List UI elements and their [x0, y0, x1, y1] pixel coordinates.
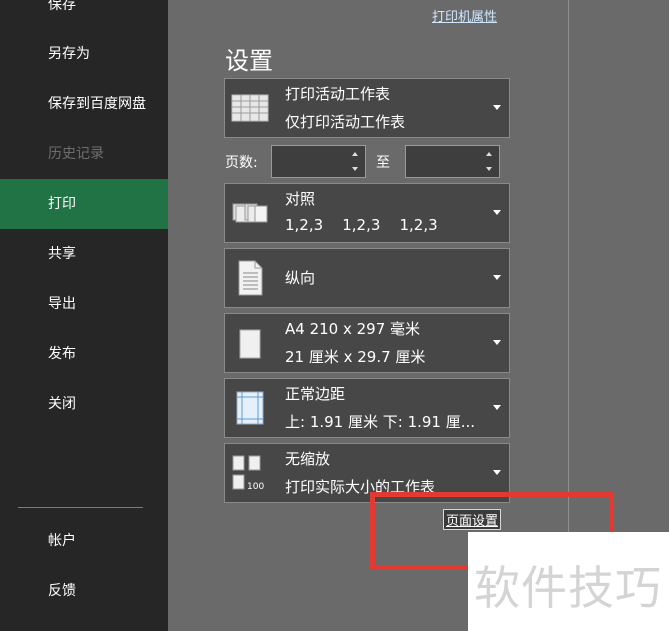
- printer-properties-link[interactable]: 打印机属性: [432, 6, 497, 25]
- sidebar-item-save-to-baidu[interactable]: 保存到百度网盘: [0, 79, 168, 129]
- scaling-title: 无缩放: [285, 450, 331, 468]
- chevron-down-icon: [493, 405, 501, 410]
- sidebar-item-export[interactable]: 导出: [0, 279, 168, 329]
- collation-title: 对照: [285, 190, 316, 208]
- spin-up-icon[interactable]: [486, 152, 492, 156]
- watermark-text: 软件技巧: [474, 561, 662, 615]
- orientation-dropdown[interactable]: 纵向: [224, 248, 510, 308]
- pages-label: 页数:: [225, 155, 258, 171]
- sidebar-item-account[interactable]: 帐户: [0, 516, 168, 566]
- sidebar-item-feedback[interactable]: 反馈: [0, 566, 168, 616]
- pages-from-input[interactable]: [271, 145, 366, 178]
- sidebar-divider: [18, 507, 143, 508]
- sidebar-item-print[interactable]: 打印: [0, 179, 168, 229]
- collation-subtitle: 1,2,3 1,2,3 1,2,3: [285, 216, 438, 234]
- sidebar-item-history: 历史记录: [48, 146, 104, 162]
- pages-to-label: 至: [376, 155, 390, 171]
- scaling-icon-text: 100: [247, 482, 264, 492]
- paper-icon: [239, 329, 261, 359]
- margins-subtitle: 上: 1.91 厘米 下: 1.91 厘...: [285, 413, 476, 431]
- print-what-title: 打印活动工作表: [285, 85, 391, 103]
- sidebar-item-close[interactable]: 关闭: [0, 379, 168, 429]
- chevron-down-icon: [493, 275, 501, 280]
- margins-dropdown[interactable]: 正常边距 上: 1.91 厘米 下: 1.91 厘...: [224, 378, 510, 438]
- collate-icon: [232, 203, 268, 223]
- paper-size-dropdown[interactable]: A4 210 x 297 毫米 21 厘米 x 29.7 厘米: [224, 313, 510, 373]
- orientation-title: 纵向: [285, 269, 316, 287]
- sheet-grid-icon: [231, 94, 269, 122]
- paper-size-title: A4 210 x 297 毫米: [285, 320, 421, 338]
- page-setup-link[interactable]: 页面设置: [443, 509, 502, 530]
- spin-down-icon[interactable]: [486, 167, 492, 171]
- print-what-dropdown[interactable]: 打印活动工作表 仅打印活动工作表: [224, 78, 510, 138]
- portrait-page-icon: [238, 260, 263, 296]
- sidebar-item-save[interactable]: 保存: [0, 0, 168, 30]
- sidebar-item-save-as[interactable]: 另存为: [0, 29, 168, 79]
- print-what-subtitle: 仅打印活动工作表: [285, 113, 406, 131]
- chevron-down-icon: [493, 210, 501, 215]
- sidebar-item-share[interactable]: 共享: [0, 229, 168, 279]
- spin-up-icon[interactable]: [352, 152, 358, 156]
- margins-title: 正常边距: [285, 385, 346, 403]
- pages-to-input[interactable]: [405, 145, 500, 178]
- collation-dropdown[interactable]: 对照 1,2,3 1,2,3 1,2,3: [224, 183, 510, 243]
- paper-size-subtitle: 21 厘米 x 29.7 厘米: [285, 348, 426, 366]
- scaling-100-icon: 100: [232, 455, 264, 492]
- sidebar-item-publish[interactable]: 发布: [0, 329, 168, 379]
- chevron-down-icon: [493, 470, 501, 475]
- backstage-sidebar: 保存 另存为 保存到百度网盘 历史记录 打印 共享 导出 发布 关闭 帐户 反馈: [0, 0, 168, 631]
- spin-down-icon[interactable]: [352, 167, 358, 171]
- chevron-down-icon: [493, 340, 501, 345]
- settings-title: 设置: [225, 47, 273, 75]
- chevron-down-icon: [493, 105, 501, 110]
- margins-icon: [236, 391, 264, 425]
